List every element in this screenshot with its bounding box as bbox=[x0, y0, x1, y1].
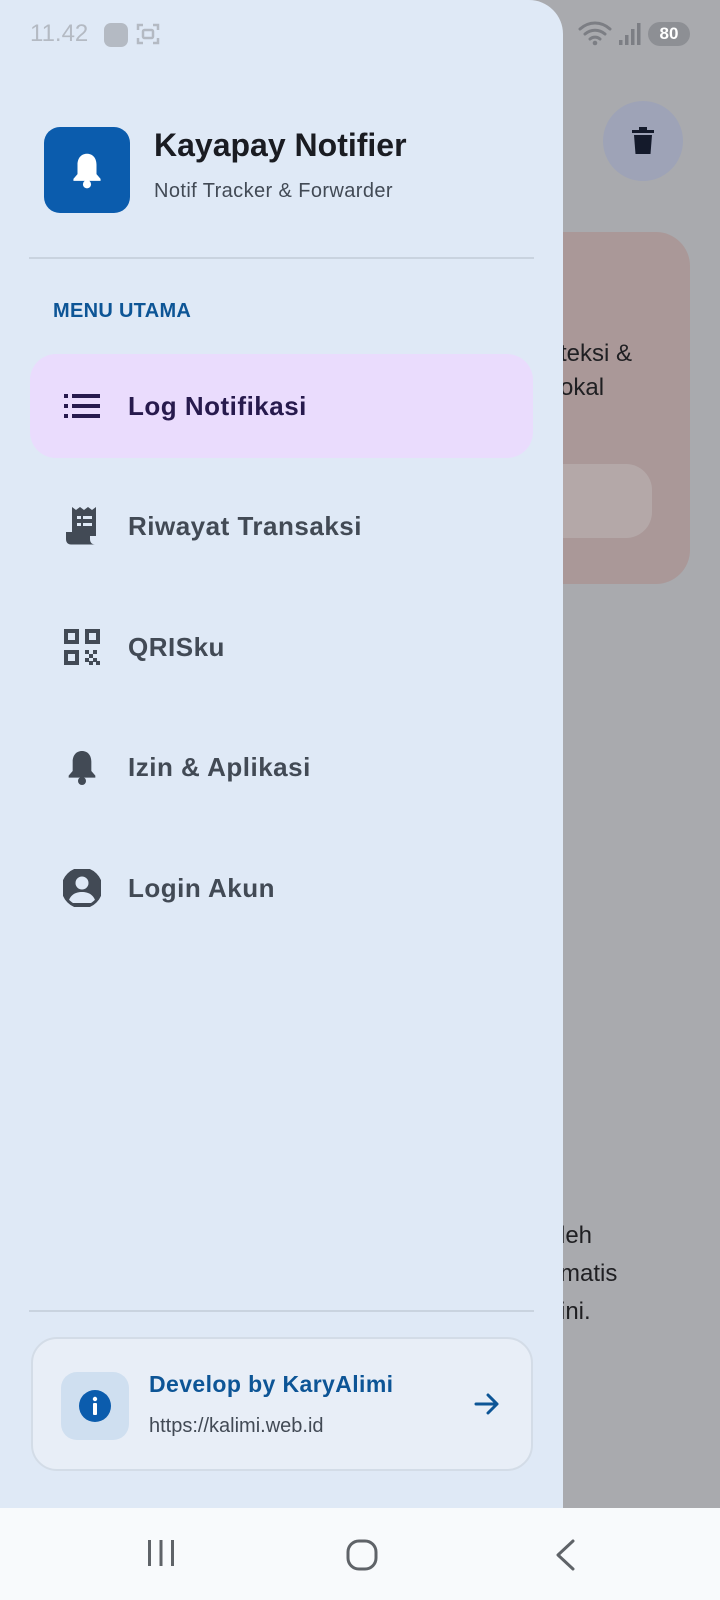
notification-dot-icon bbox=[104, 23, 128, 47]
divider bbox=[29, 1310, 534, 1312]
nav-item-riwayat-transaksi[interactable]: Riwayat Transaksi bbox=[30, 474, 533, 578]
nav-item-label: Log Notifikasi bbox=[128, 390, 307, 421]
list-icon bbox=[62, 386, 102, 426]
home-icon[interactable] bbox=[345, 1538, 379, 1572]
arrow-right-icon bbox=[474, 1393, 499, 1415]
developer-card[interactable]: Develop by KaryAlimi https://kalimi.web.… bbox=[31, 1337, 533, 1471]
background-text: ini. bbox=[560, 1298, 591, 1325]
nav-item-log-notifikasi[interactable]: Log Notifikasi bbox=[30, 354, 533, 458]
nav-item-label: Izin & Aplikasi bbox=[128, 751, 311, 782]
delete-button[interactable] bbox=[603, 101, 683, 181]
bell-icon bbox=[73, 153, 101, 189]
background-text: okal bbox=[560, 374, 605, 401]
nav-item-login-akun[interactable]: Login Akun bbox=[30, 836, 533, 940]
developer-icon-box bbox=[61, 1372, 129, 1440]
account-circle-icon bbox=[62, 868, 102, 908]
battery-indicator: 80 bbox=[648, 22, 690, 46]
navigation-drawer: 11.42 Kayapay Notifier Notif Tracker & F… bbox=[0, 0, 563, 1508]
receipt-icon bbox=[62, 506, 102, 546]
app-title: Kayapay Notifier bbox=[154, 127, 407, 163]
section-title: MENU UTAMA bbox=[53, 300, 192, 322]
bell-icon bbox=[62, 747, 102, 787]
nav-item-label: QRISku bbox=[128, 631, 225, 662]
app-logo bbox=[44, 127, 130, 213]
qr-code-icon bbox=[62, 627, 102, 667]
wifi-icon bbox=[578, 21, 612, 46]
nav-item-label: Riwayat Transaksi bbox=[128, 510, 362, 541]
screenshot-icon bbox=[136, 23, 160, 45]
nav-item-label: Login Akun bbox=[128, 872, 276, 903]
app-subtitle: Notif Tracker & Forwarder bbox=[154, 180, 393, 202]
recents-icon[interactable] bbox=[146, 1538, 176, 1568]
background-text: leh bbox=[560, 1222, 593, 1249]
back-icon[interactable] bbox=[553, 1538, 577, 1572]
divider bbox=[29, 257, 534, 259]
signal-icon bbox=[619, 23, 641, 45]
nav-item-qrisku[interactable]: QRISku bbox=[30, 595, 533, 699]
background-text: matis bbox=[560, 1260, 618, 1287]
background-text: teksi & bbox=[560, 340, 633, 367]
developer-title: Develop by KaryAlimi bbox=[149, 1371, 394, 1397]
info-icon bbox=[79, 1390, 111, 1422]
nav-item-izin-aplikasi[interactable]: Izin & Aplikasi bbox=[30, 715, 533, 819]
developer-url: https://kalimi.web.id bbox=[149, 1415, 324, 1437]
status-time: 11.42 bbox=[30, 20, 89, 47]
trash-icon bbox=[632, 127, 654, 154]
